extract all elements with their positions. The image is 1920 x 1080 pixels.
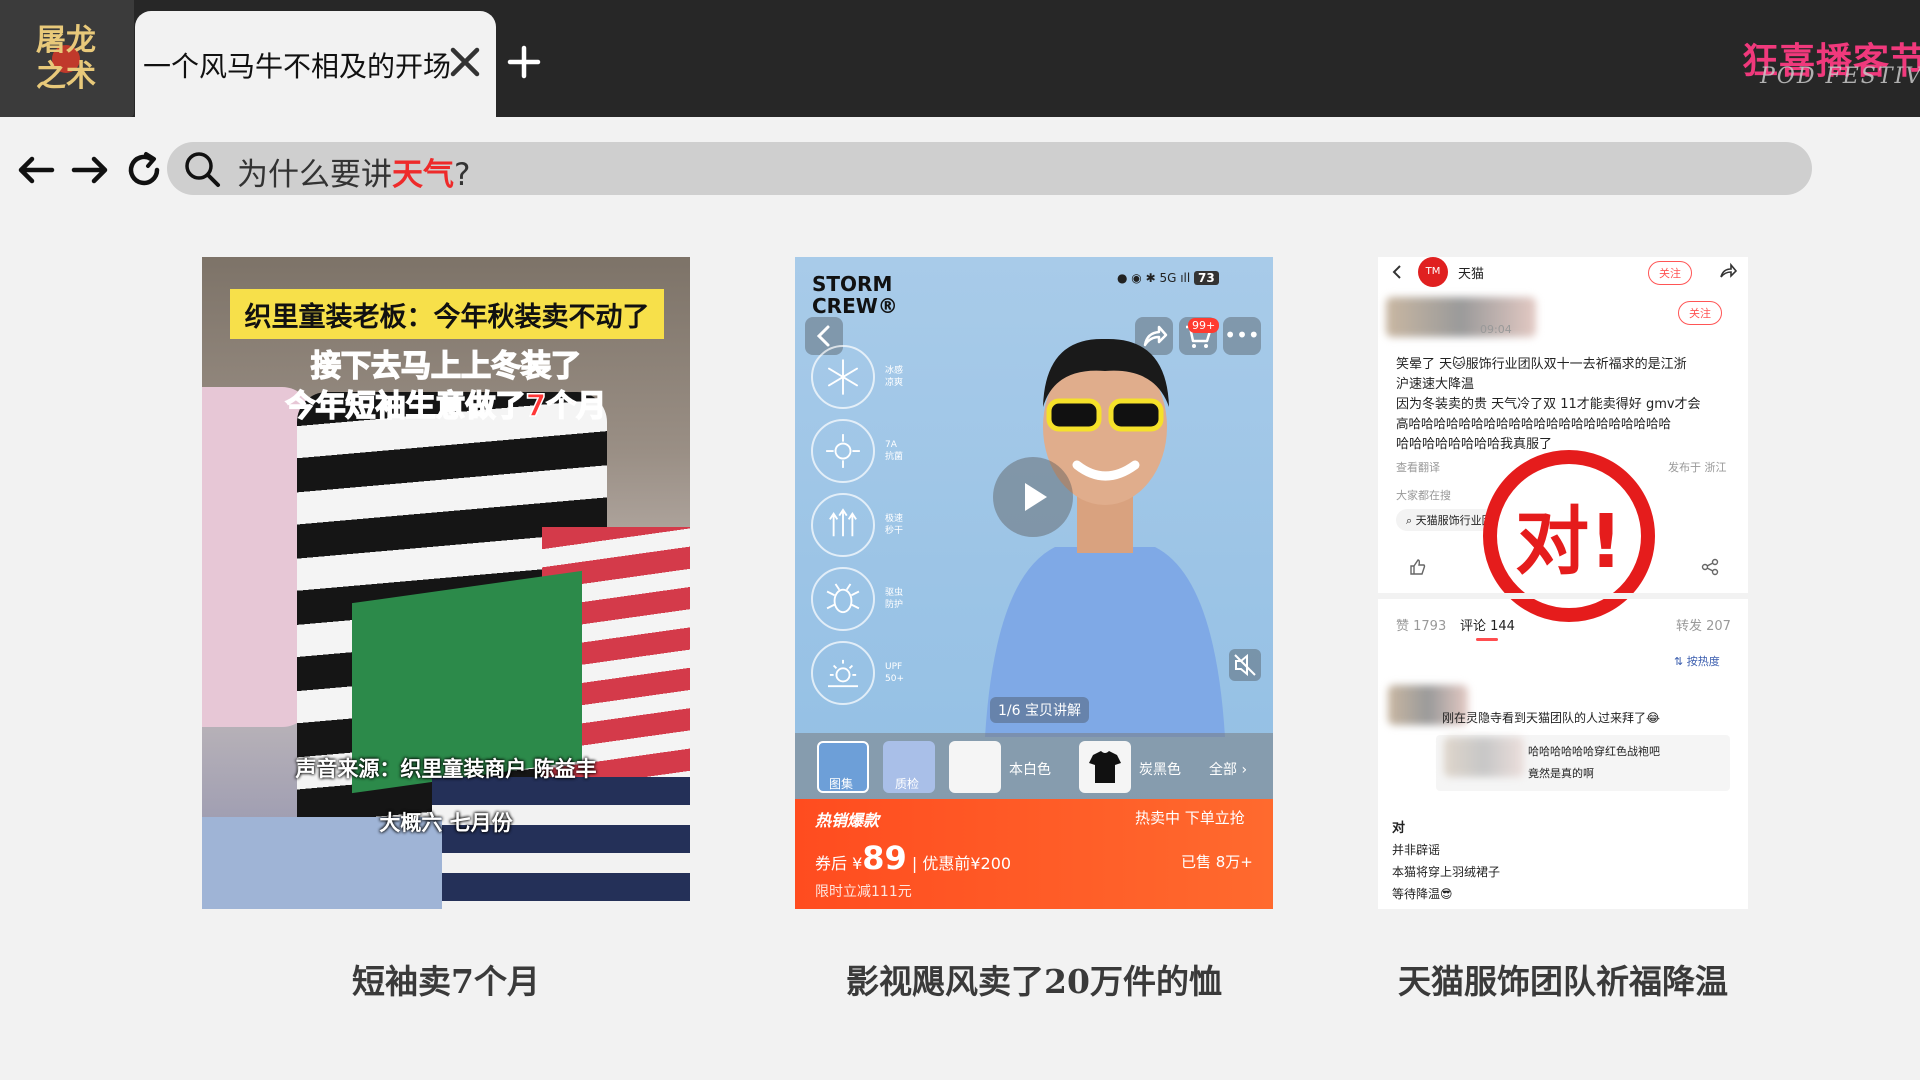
follow-button[interactable]: 关注 xyxy=(1678,301,1722,325)
dragon-logo-icon: 屠龙 之术 xyxy=(36,23,96,94)
browser-topbar: 屠龙 之术 一个风马牛不相及的开场 狂喜播客节 POD FESTIVAL xyxy=(0,0,1920,117)
query-highlight: 天气 xyxy=(392,157,454,193)
likes-count[interactable]: 赞 1793 xyxy=(1396,615,1446,634)
play-icon[interactable] xyxy=(993,457,1073,537)
explain-badge[interactable]: 1/6 宝贝讲解 xyxy=(990,697,1089,723)
svg-text:屠龙: 屠龙 xyxy=(36,23,96,58)
post-text: 高哈哈哈哈哈哈哈哈哈哈哈哈哈哈哈哈哈哈哈哈哈 xyxy=(1396,416,1672,431)
card-caption: 影视飓风卖了20万件的恤 xyxy=(846,962,1222,1001)
search-query[interactable]: 为什么要讲天气? xyxy=(237,149,470,194)
sold-count: 已售 8万+ xyxy=(1181,853,1253,871)
mute-speaker-icon[interactable] xyxy=(1229,649,1261,681)
answer-text: 对 xyxy=(1392,821,1406,836)
antibacterial-icon xyxy=(811,419,875,483)
follow-button[interactable]: 关注 xyxy=(1648,261,1692,285)
svg-text:之术: 之术 xyxy=(36,59,96,94)
query-prefix: 为什么要讲 xyxy=(237,157,392,193)
avatar[interactable]: TM xyxy=(1418,257,1448,287)
product-brand: STORM CREW® xyxy=(812,273,898,317)
battery-level: 73 xyxy=(1194,271,1219,285)
post-text: 哈哈哈哈哈哈哈哈我真服了 xyxy=(1396,437,1553,452)
discount-note: 限时立减111元 xyxy=(815,884,912,900)
comment-text: 刚在灵隐寺看到天猫团队的人过来拜了😂 xyxy=(1442,711,1661,725)
app-logo-tab[interactable]: 屠龙 之术 xyxy=(0,0,134,117)
query-suffix: ? xyxy=(454,157,471,193)
phone-status-bar: ● ◉ ✱ 5G ıll 73 xyxy=(1117,271,1219,285)
tshirt-icon xyxy=(1089,751,1121,783)
divider xyxy=(1378,593,1748,599)
post-text: 笑晕了 天🐱服饰行业团队双十一去祈福求的是江浙 xyxy=(1396,357,1687,372)
screenshot-card-product[interactable]: STORM CREW® ● ◉ ✱ 5G ıll 73 99+ ••• 冰感 凉爽 … xyxy=(795,257,1273,909)
feature-label: UPF 50+ xyxy=(885,662,904,684)
view-all-link[interactable]: 全部 › xyxy=(1209,759,1247,779)
search-icon xyxy=(185,152,220,187)
price-promo-bar[interactable]: 热销爆款 热卖中 下单立抢 券后 ¥89 | 优惠前¥200 已售 8万+ 限时… xyxy=(795,799,1273,909)
product-thumbnail-row: 图集 质检 本白色 炭黑色 全部 › xyxy=(795,733,1273,799)
translate-link[interactable]: 查看翻译 xyxy=(1396,459,1440,475)
share-icon[interactable] xyxy=(1718,261,1738,281)
share-nodes-icon[interactable] xyxy=(1700,557,1720,577)
brand-line1: STORM xyxy=(812,272,893,296)
feature-label: 极速 秒干 xyxy=(885,514,904,536)
reload-icon[interactable] xyxy=(124,150,164,190)
hot-label: 热销爆款 xyxy=(815,811,880,830)
quick-dry-icon xyxy=(811,493,875,557)
navy-shirt-shape xyxy=(432,777,690,909)
answer-text: 本猫将穿上羽绒裙子 xyxy=(1392,865,1501,879)
new-tab-plus-icon[interactable] xyxy=(506,44,542,80)
reply-text: 竟然是真的啊 xyxy=(1528,767,1594,780)
brand-subtitle: POD FESTIVAL xyxy=(1760,64,1920,89)
card-caption: 天猫服饰团队祈福降温 xyxy=(1398,962,1728,1001)
back-arrow-icon[interactable] xyxy=(16,150,56,190)
browser-tab-active[interactable]: 一个风马牛不相及的开场 xyxy=(135,11,496,117)
brand-line2: CREW® xyxy=(812,294,898,318)
overlay-line3: 今年短袖生意做了7个月 xyxy=(285,388,607,425)
sun-uv-icon xyxy=(811,641,875,705)
stamp-text: 对! xyxy=(1515,499,1623,585)
post-text: 沪速速大降温 xyxy=(1396,377,1475,392)
overlay-source: 声音来源：织里童装商户 陈益丰 xyxy=(295,757,597,781)
thumb-label: 质检 xyxy=(895,777,920,791)
screenshot-card-social-post[interactable]: TM 天猫 关注 09:04 关注 笑晕了 天🐱服饰行业团队双十一去祈福求的是江… xyxy=(1378,257,1748,909)
more-dots-icon[interactable]: ••• xyxy=(1223,317,1261,355)
address-bar[interactable]: 为什么要讲天气? xyxy=(167,142,1812,195)
post-text: 因为冬装卖的贵 天气冷了双 11才能卖得好 gmv才会 xyxy=(1396,397,1701,412)
back-chevron-icon[interactable] xyxy=(1388,263,1406,281)
blurred-avatar-image xyxy=(1386,297,1536,337)
forward-arrow-icon[interactable] xyxy=(70,150,110,190)
active-tab-indicator xyxy=(1476,638,1498,641)
thumbs-up-icon[interactable] xyxy=(1408,557,1428,577)
feature-label: 冰感 凉爽 xyxy=(885,366,904,388)
screenshot-card-shortsleeve[interactable]: 织里童装老板：今年秋装卖不动了 接下去马上上冬装了 今年短袖生意做了7个月 声音… xyxy=(202,257,690,909)
price-line: 券后 ¥89 | 优惠前¥200 xyxy=(815,839,1012,877)
overlay-line2: 接下去马上上冬装了 xyxy=(310,348,582,385)
card-caption: 短袖卖7个月 xyxy=(352,962,540,1001)
pink-shirt-shape xyxy=(202,387,312,727)
white-shirt-thumb[interactable] xyxy=(949,741,1001,793)
answer-text: 等待降温😎 xyxy=(1392,887,1453,901)
feature-label: 驱虫 防护 xyxy=(885,588,904,610)
post-time: 09:04 xyxy=(1480,323,1512,336)
blurred-avatar-image xyxy=(1444,737,1524,777)
trending-label: 大家都在搜 xyxy=(1396,489,1451,502)
thumb-label: 炭黑色 xyxy=(1139,762,1181,778)
reply-text: 哈哈哈哈哈哈穿红色战袍吧 xyxy=(1528,745,1660,758)
shares-count[interactable]: 转发 207 xyxy=(1676,615,1731,634)
account-name: 天猫 xyxy=(1458,267,1485,282)
bug-icon xyxy=(811,567,875,631)
close-icon[interactable] xyxy=(447,44,483,80)
snowflake-icon xyxy=(811,345,875,409)
tab-title: 一个风马牛不相及的开场 xyxy=(143,50,452,83)
overlay-headline: 织里童装老板：今年秋装卖不动了 xyxy=(244,302,650,333)
thumb-label: 图集 xyxy=(829,777,854,791)
answer-text: 并非辟谣 xyxy=(1392,843,1441,857)
hot-status: 热卖中 下单立抢 xyxy=(1135,809,1245,827)
sort-toggle[interactable]: ⇅ 按热度 xyxy=(1674,653,1720,669)
comments-tab[interactable]: 评论 144 xyxy=(1460,615,1515,634)
overlay-subtitle: 大概六 七月份 xyxy=(379,811,513,835)
black-shirt-thumb[interactable] xyxy=(1079,741,1131,793)
thumb-label: 本白色 xyxy=(1009,762,1051,778)
feature-label: 7A 抗菌 xyxy=(885,440,904,462)
post-location: 发布于 浙江 xyxy=(1668,461,1727,474)
